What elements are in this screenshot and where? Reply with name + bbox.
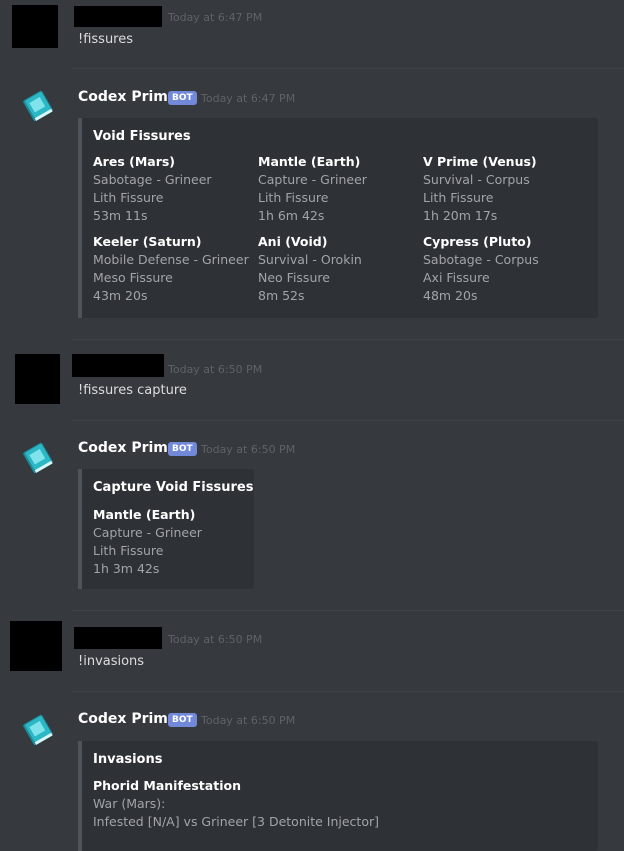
field-time: 1h 3m 42s xyxy=(93,561,160,576)
embed-title: Void Fissures xyxy=(93,129,191,144)
message-timestamp: Today at 6:47 PM xyxy=(201,92,296,105)
field-time: 43m 20s xyxy=(93,288,148,303)
field-name: Mantle (Earth) xyxy=(93,507,196,522)
message-timestamp: Today at 6:50 PM xyxy=(201,714,296,727)
field-name: Ani (Void) xyxy=(258,234,328,249)
embed-field: Mantle (Earth) Capture - Grineer Lith Fi… xyxy=(93,506,253,578)
message-text: !invasions xyxy=(78,654,145,669)
message-text: !fissures capture xyxy=(78,383,187,398)
field-time: 8m 52s xyxy=(258,288,305,303)
field-time: 1h 6m 42s xyxy=(258,208,325,223)
embed-field: V Prime (Venus) Survival - Corpus Lith F… xyxy=(423,153,583,225)
embed-title: Capture Void Fissures xyxy=(93,480,254,495)
field-name: Cypress (Pluto) xyxy=(423,234,532,249)
user-avatar[interactable] xyxy=(12,5,58,48)
embed-field: Phorid Manifestation War (Mars): Infeste… xyxy=(93,777,513,831)
embed-field: Cypress (Pluto) Sabotage - Corpus Axi Fi… xyxy=(423,233,583,305)
embed-field: Keeler (Saturn) Mobile Defense - Grineer… xyxy=(93,233,253,305)
field-tier: Lith Fissure xyxy=(258,190,329,205)
field-name: V Prime (Venus) xyxy=(423,154,537,169)
field-name: Mantle (Earth) xyxy=(258,154,361,169)
field-mission: Capture - Grineer xyxy=(93,525,202,540)
embed-field: Ares (Mars) Sabotage - Grineer Lith Fiss… xyxy=(93,153,253,225)
message-timestamp: Today at 6:47 PM xyxy=(168,11,263,24)
field-name: Phorid Manifestation xyxy=(93,778,241,793)
bot-author-name[interactable]: Codex Prime xyxy=(78,440,177,456)
embed-title: Invasions xyxy=(93,752,163,767)
bot-author-name[interactable]: Codex Prime xyxy=(78,711,177,727)
bot-badge: BOT xyxy=(168,442,197,456)
redacted-username[interactable] xyxy=(74,6,162,27)
user-avatar[interactable] xyxy=(15,354,60,404)
message-group: Codex Prime BOT Today at 6:50 PM Capture… xyxy=(0,421,624,610)
message-group: Codex Prime BOT Today at 6:50 PM Invasio… xyxy=(0,692,624,851)
embed-field: Ani (Void) Survival - Orokin Neo Fissure… xyxy=(258,233,418,305)
field-time: 53m 11s xyxy=(93,208,148,223)
message-timestamp: Today at 6:50 PM xyxy=(168,633,263,646)
redacted-username[interactable] xyxy=(72,354,164,377)
message-text: !fissures xyxy=(78,32,134,47)
field-tier: Lith Fissure xyxy=(423,190,494,205)
field-tier: Meso Fissure xyxy=(93,270,173,285)
bot-badge: BOT xyxy=(168,713,197,727)
field-mission: Capture - Grineer xyxy=(258,172,367,187)
codex-book-icon[interactable] xyxy=(18,710,58,750)
field-time: 1h 20m 17s xyxy=(423,208,498,223)
message-timestamp: Today at 6:50 PM xyxy=(168,363,263,376)
message-group: Today at 6:50 PM !invasions xyxy=(0,611,624,691)
message-group: Today at 6:47 PM !fissures xyxy=(0,0,624,68)
field-location: War (Mars): xyxy=(93,796,166,811)
embed-capture-fissures: Capture Void Fissures Mantle (Earth) Cap… xyxy=(78,469,254,589)
field-mission: Survival - Orokin xyxy=(258,252,362,267)
field-tier: Lith Fissure xyxy=(93,543,164,558)
field-mission: Mobile Defense - Grineer xyxy=(93,252,249,267)
field-mission: Survival - Corpus xyxy=(423,172,530,187)
field-name: Keeler (Saturn) xyxy=(93,234,202,249)
codex-book-icon[interactable] xyxy=(18,438,58,478)
embed-invasions: Invasions Phorid Manifestation War (Mars… xyxy=(78,741,598,851)
embed-void-fissures: Void Fissures Ares (Mars) Sabotage - Gri… xyxy=(78,118,598,318)
field-mission: Sabotage - Corpus xyxy=(423,252,539,267)
user-avatar[interactable] xyxy=(10,621,62,671)
field-tier: Neo Fissure xyxy=(258,270,330,285)
redacted-username[interactable] xyxy=(74,627,162,649)
field-time: 48m 20s xyxy=(423,288,478,303)
bot-badge: BOT xyxy=(168,91,197,105)
field-mission: Sabotage - Grineer xyxy=(93,172,212,187)
field-tier: Lith Fissure xyxy=(93,190,164,205)
codex-book-icon[interactable] xyxy=(18,86,58,126)
field-name: Ares (Mars) xyxy=(93,154,176,169)
message-timestamp: Today at 6:50 PM xyxy=(201,443,296,456)
message-group: Codex Prime BOT Today at 6:47 PM Void Fi… xyxy=(0,69,624,339)
field-tier: Axi Fissure xyxy=(423,270,490,285)
field-factions: Infested [N/A] vs Grineer [3 Detonite In… xyxy=(93,814,379,829)
message-group: Today at 6:50 PM !fissures capture xyxy=(0,340,624,420)
bot-author-name[interactable]: Codex Prime xyxy=(78,89,177,105)
embed-field: Mantle (Earth) Capture - Grineer Lith Fi… xyxy=(258,153,418,225)
